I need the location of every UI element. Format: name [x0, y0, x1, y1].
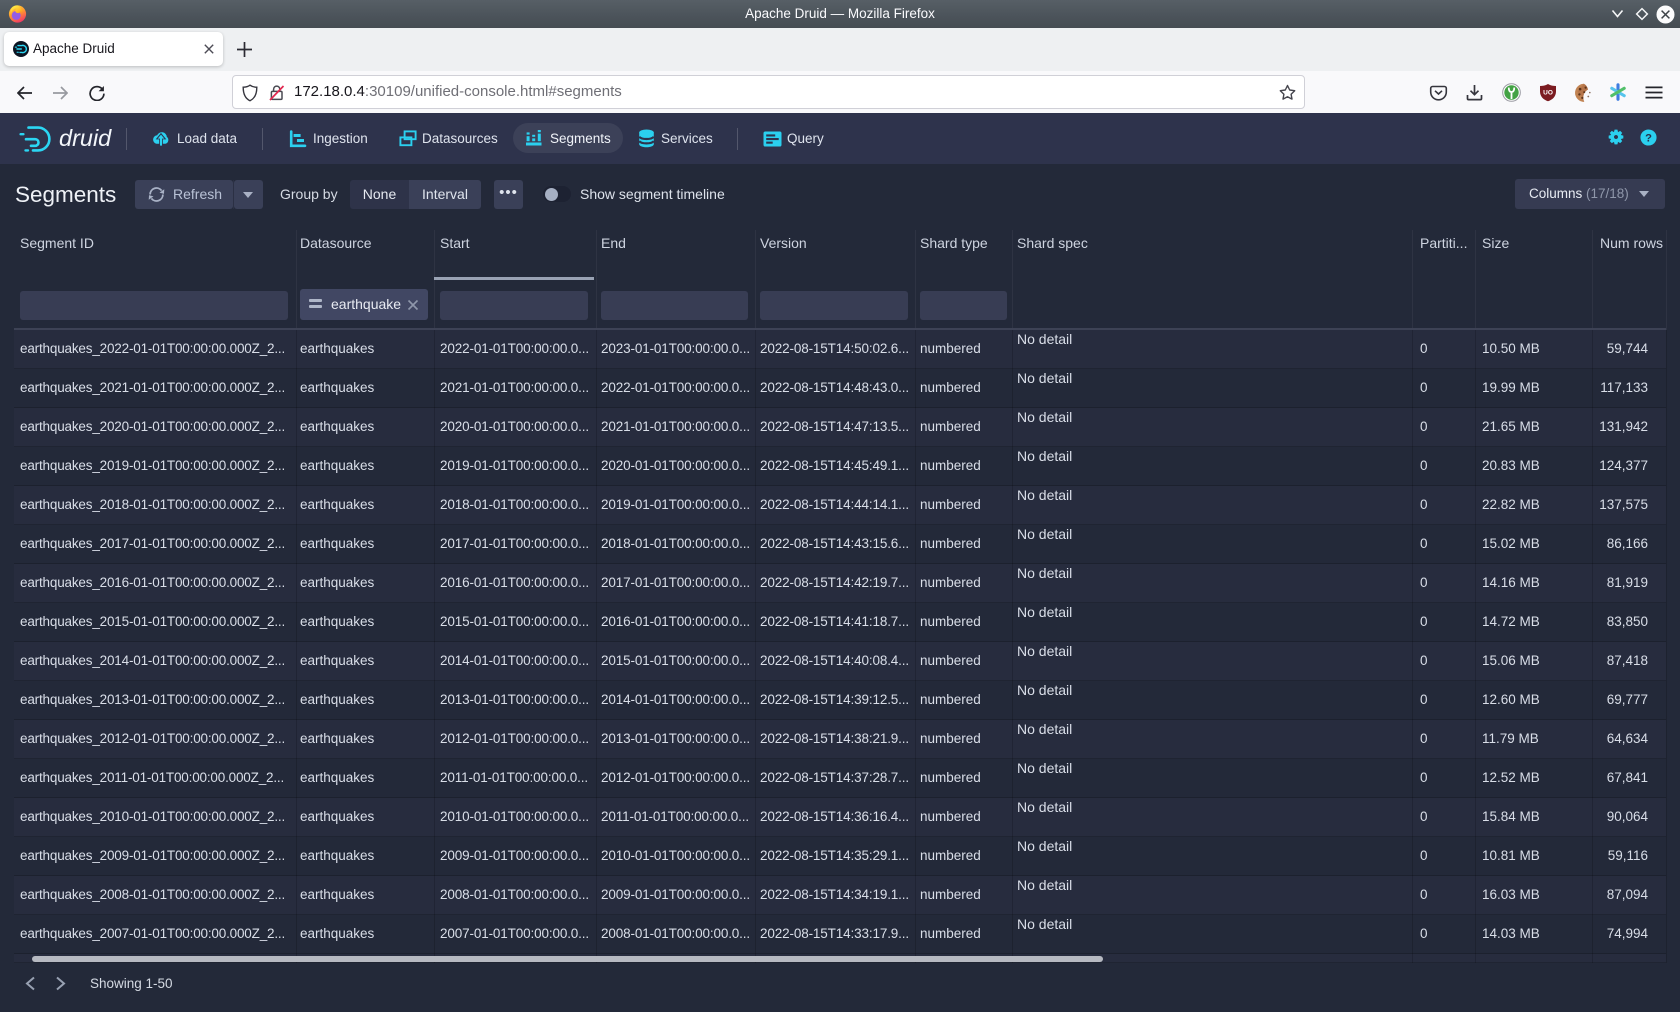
- svg-text:UO: UO: [1543, 90, 1553, 97]
- svg-text:?: ?: [1645, 133, 1652, 145]
